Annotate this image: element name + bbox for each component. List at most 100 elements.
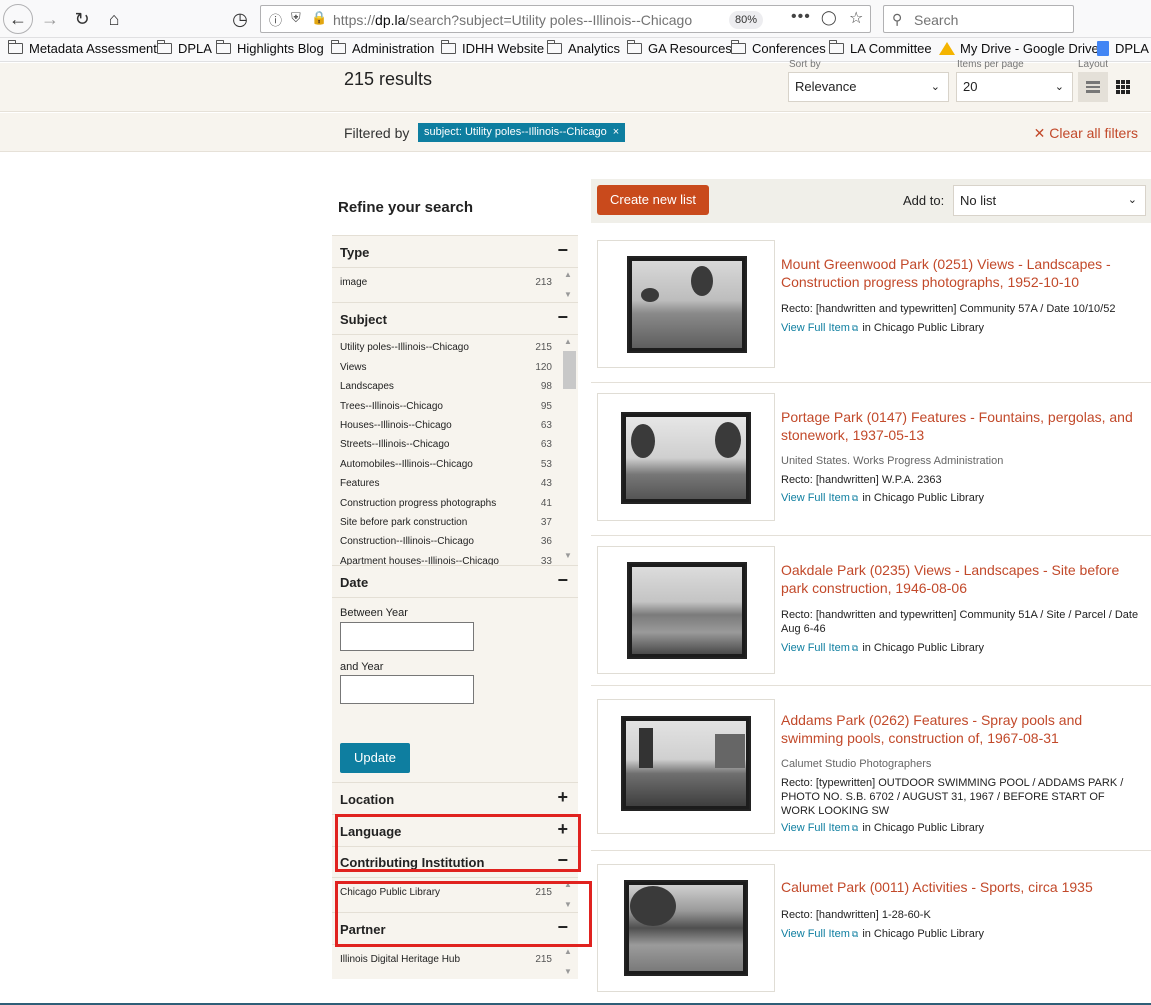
forward-arrow-icon[interactable]: → [36, 5, 64, 33]
bookmark-la-committee[interactable]: LA Committee [829, 40, 932, 56]
facet-item[interactable]: Automobiles--Illinois--Chicago [340, 459, 473, 470]
result-title-link[interactable]: Calumet Park (0011) Activities - Sports,… [781, 878, 1136, 896]
bookmark-metadata-assessment[interactable]: Metadata Assessment [8, 40, 157, 56]
view-full-item-link[interactable]: View Full Item [781, 642, 850, 654]
bookmark-ga-resources[interactable]: GA Resources [627, 40, 732, 56]
facet-subject-header[interactable]: Subject − [332, 302, 578, 334]
grid-layout-button[interactable] [1108, 72, 1138, 102]
scrollbar-thumb[interactable] [563, 351, 576, 389]
folder-icon [731, 40, 746, 54]
result-title-link[interactable]: Portage Park (0147) Features - Fountains… [781, 408, 1136, 444]
refine-title: Refine your search [338, 199, 474, 216]
bookmark-administration[interactable]: Administration [331, 40, 434, 56]
page-actions-icon[interactable]: ••• [791, 8, 811, 26]
bookmark-conferences[interactable]: Conferences [731, 40, 826, 56]
add-to-list-select[interactable]: No list ⌄ [953, 185, 1146, 216]
clear-all-filters-link[interactable]: ✕ Clear all filters [1034, 125, 1138, 142]
result-title-link[interactable]: Addams Park (0262) Features - Spray pool… [781, 711, 1136, 747]
scroll-up-icon[interactable]: ▲ [564, 337, 572, 346]
sort-select[interactable]: Relevance ⌄ [788, 72, 949, 102]
view-full-item-link[interactable]: View Full Item [781, 928, 850, 940]
scroll-up-icon[interactable]: ▲ [564, 947, 572, 956]
result-thumbnail[interactable] [597, 699, 775, 834]
home-icon[interactable]: ⌂ [100, 5, 128, 33]
collapse-icon[interactable]: − [557, 307, 568, 328]
result-item: Portage Park (0147) Features - Fountains… [591, 383, 1151, 536]
result-thumbnail[interactable] [597, 546, 775, 674]
facet-count: 43 [540, 478, 552, 489]
url-text[interactable]: https://dp.la/search?subject=Utility pol… [333, 12, 692, 28]
bookmark-dpla-doc[interactable]: DPLA [1097, 41, 1149, 56]
result-description: Recto: [handwritten] W.P.A. 2363 [781, 474, 942, 486]
reload-icon[interactable]: ↻ [68, 5, 96, 33]
bookmark-dpla-folder[interactable]: DPLA [157, 40, 212, 56]
facet-subject-list: Utility poles--Illinois--Chicago 215 View… [332, 334, 578, 565]
pocket-icon[interactable]: ◯ [821, 9, 837, 26]
close-icon[interactable]: × [613, 126, 619, 138]
bookmark-google-drive[interactable]: My Drive - Google Drive [939, 41, 1099, 56]
facet-item[interactable]: Trees--Illinois--Chicago [340, 401, 443, 412]
info-icon[interactable]: ⓘ [269, 10, 282, 29]
view-full-item-link[interactable]: View Full Item [781, 492, 850, 504]
facet-date-header[interactable]: Date − [332, 565, 578, 597]
facet-item[interactable]: Views [340, 362, 367, 373]
update-button[interactable]: Update [340, 743, 410, 773]
bookmark-idhh-website[interactable]: IDHH Website [441, 40, 544, 56]
result-thumbnail[interactable] [597, 393, 775, 521]
result-provider: in Chicago Public Library [862, 492, 984, 504]
result-title-link[interactable]: Mount Greenwood Park (0251) Views - Land… [781, 255, 1136, 291]
zoom-indicator[interactable]: 80% [729, 11, 764, 29]
expand-icon[interactable]: + [557, 787, 568, 808]
browser-search-input[interactable]: ⚲ Search [883, 5, 1074, 33]
subject-filter-chip[interactable]: subject: Utility poles--Illinois--Chicag… [418, 123, 626, 142]
url-bar[interactable]: ⓘ ⛨ 🔒 https://dp.la/search?subject=Utili… [260, 5, 871, 33]
facet-item[interactable]: Construction progress photographs [340, 498, 496, 509]
create-new-list-button[interactable]: Create new list [597, 185, 709, 215]
scroll-down-icon[interactable]: ▼ [564, 967, 572, 976]
scrollbar[interactable]: ▲ ▼ [562, 335, 576, 565]
bookmark-analytics[interactable]: Analytics [547, 40, 620, 56]
result-creator: Calumet Studio Photographers [781, 758, 932, 770]
facet-item[interactable]: Apartment houses--Illinois--Chicago [340, 556, 499, 565]
per-page-select[interactable]: 20 ⌄ [956, 72, 1073, 102]
search-icon: ⚲ [892, 11, 903, 27]
facet-count: 33 [540, 556, 552, 565]
bookmark-highlights-blog[interactable]: Highlights Blog [216, 40, 324, 56]
between-year-input[interactable] [340, 622, 474, 651]
facet-item[interactable]: Illinois Digital Heritage Hub [340, 954, 460, 965]
view-full-item-link[interactable]: View Full Item [781, 822, 850, 834]
list-layout-button[interactable] [1078, 72, 1108, 102]
collapse-icon[interactable]: − [557, 240, 568, 261]
view-full-item-link[interactable]: View Full Item [781, 322, 850, 334]
lock-warning-icon[interactable]: 🔒 [311, 10, 327, 26]
scrollbar[interactable]: ▲ ▼ [562, 945, 576, 979]
facet-item[interactable]: Houses--Illinois--Chicago [340, 420, 452, 431]
collapse-icon[interactable]: − [557, 570, 568, 591]
external-link-icon: ⧉ [851, 323, 859, 333]
history-clock-icon[interactable]: ◷ [226, 5, 254, 33]
bookmark-star-icon[interactable]: ☆ [849, 8, 863, 28]
external-link-icon: ⧉ [851, 929, 859, 939]
result-thumbnail[interactable] [597, 864, 775, 992]
scroll-down-icon[interactable]: ▼ [564, 290, 572, 299]
facet-item[interactable]: Features [340, 478, 379, 489]
facet-item[interactable]: image [340, 277, 367, 288]
back-arrow-icon[interactable]: ← [3, 4, 33, 34]
facet-item[interactable]: Streets--Illinois--Chicago [340, 439, 449, 450]
result-thumbnail[interactable] [597, 240, 775, 368]
result-title-link[interactable]: Oakdale Park (0235) Views - Landscapes -… [781, 561, 1136, 597]
folder-icon [216, 40, 231, 54]
facet-item[interactable]: Utility poles--Illinois--Chicago [340, 342, 469, 353]
tracking-shield-icon[interactable]: ⛨ [291, 10, 301, 26]
facet-item[interactable]: Landscapes [340, 381, 394, 392]
folder-icon [441, 40, 456, 54]
facet-type-header[interactable]: Type − [332, 235, 578, 267]
facet-item[interactable]: Construction--Illinois--Chicago [340, 536, 474, 547]
scroll-down-icon[interactable]: ▼ [564, 551, 572, 560]
folder-icon [547, 40, 562, 54]
scrollbar[interactable]: ▲ ▼ [562, 268, 576, 302]
scroll-up-icon[interactable]: ▲ [564, 270, 572, 279]
facet-location-header[interactable]: Location + [332, 782, 578, 814]
and-year-input[interactable] [340, 675, 474, 704]
facet-item[interactable]: Site before park construction [340, 517, 467, 528]
